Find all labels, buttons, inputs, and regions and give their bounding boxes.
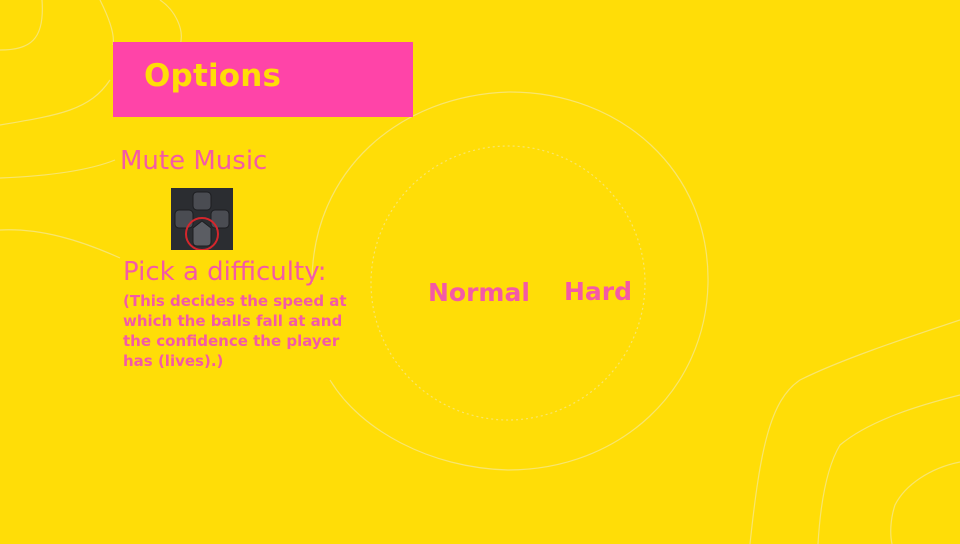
options-title-banner: Options [113,42,413,117]
difficulty-description: (This decides the speed at which the bal… [123,292,347,370]
dpad-bottom-button-icon [171,188,233,251]
difficulty-heading: Pick a difficulty: [123,257,327,287]
mute-music-label: Mute Music [120,146,268,176]
difficulty-option-hard[interactable]: Hard [564,277,632,306]
difficulty-option-normal[interactable]: Normal [428,278,530,307]
mute-music-button[interactable] [171,188,233,251]
page-title: Options [144,58,282,94]
